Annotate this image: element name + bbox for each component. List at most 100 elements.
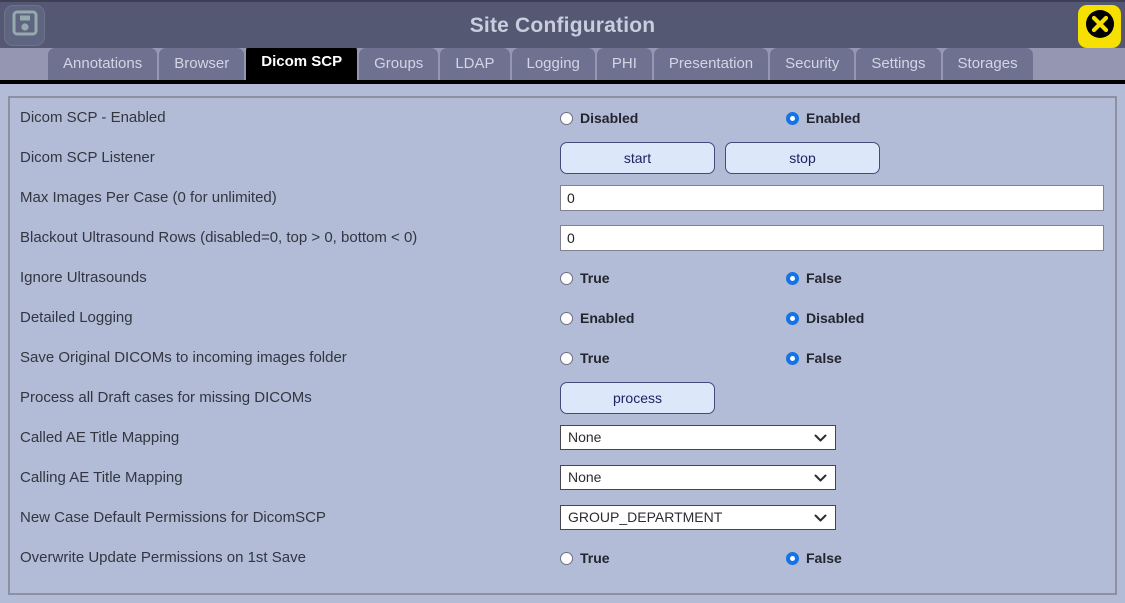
tab-settings[interactable]: Settings	[856, 48, 941, 80]
radio-label: True	[580, 350, 610, 366]
radio-dot-icon-selected[interactable]	[786, 551, 799, 565]
radio-dot-icon[interactable]	[560, 111, 573, 125]
row-calling-ae-title-mapping: Calling AE Title Mapping None	[10, 458, 1115, 498]
row-label: Called AE Title Mapping	[20, 429, 180, 446]
row-control	[560, 178, 1104, 218]
radio-label: False	[806, 550, 842, 566]
tab-security[interactable]: Security	[770, 48, 855, 80]
tab-groups[interactable]: Groups	[359, 48, 439, 80]
row-control: GROUP_DEPARTMENT	[560, 498, 1101, 538]
radio-dot-icon[interactable]	[560, 351, 573, 365]
tab-browser[interactable]: Browser	[159, 48, 245, 80]
radio-group-overwrite-permissions: True False	[560, 538, 1101, 578]
listener-button-row: start stop	[560, 138, 1101, 178]
row-control: start stop	[560, 138, 1101, 178]
radio-option-true[interactable]: True	[560, 270, 786, 286]
row-control: None	[560, 418, 1101, 458]
tab-storages[interactable]: Storages	[942, 48, 1033, 80]
blackout-rows-input[interactable]	[560, 225, 1104, 251]
radio-dot-icon-selected[interactable]	[786, 271, 799, 285]
radio-dot-icon[interactable]	[560, 311, 573, 325]
tab-ldap[interactable]: LDAP	[440, 48, 510, 80]
chevron-down-icon	[814, 470, 827, 488]
row-blackout-ultrasound-rows: Blackout Ultrasound Rows (disabled=0, to…	[10, 218, 1115, 258]
tab-logging[interactable]: Logging	[511, 48, 595, 80]
radio-option-disabled[interactable]: Disabled	[560, 110, 786, 126]
chevron-down-icon	[814, 510, 827, 528]
row-new-case-default-permissions: New Case Default Permissions for DicomSC…	[10, 498, 1115, 538]
radio-label: Enabled	[806, 110, 861, 126]
tab-presentation[interactable]: Presentation	[653, 48, 769, 80]
row-label: Dicom SCP - Enabled	[20, 109, 166, 126]
row-control: process	[560, 378, 1101, 418]
chevron-down-icon	[814, 430, 827, 448]
radio-option-false[interactable]: False	[786, 270, 1012, 286]
row-label: Save Original DICOMs to incoming images …	[20, 349, 347, 366]
row-label: Max Images Per Case (0 for unlimited)	[20, 189, 277, 206]
stop-button[interactable]: stop	[725, 142, 880, 174]
close-x-icon	[1083, 7, 1117, 46]
max-images-input[interactable]	[560, 185, 1104, 211]
radio-option-false[interactable]: False	[786, 350, 1012, 366]
row-overwrite-update-permissions: Overwrite Update Permissions on 1st Save…	[10, 538, 1115, 578]
row-label: New Case Default Permissions for DicomSC…	[20, 509, 326, 526]
row-dicom-scp-listener: Dicom SCP Listener start stop	[10, 138, 1115, 178]
radio-option-true[interactable]: True	[560, 350, 786, 366]
radio-group-ignore-ultrasounds: True False	[560, 258, 1101, 298]
tab-bar: Annotations Browser Dicom SCP Groups LDA…	[0, 44, 1125, 84]
radio-option-disabled[interactable]: Disabled	[786, 310, 1012, 326]
radio-label: False	[806, 270, 842, 286]
radio-group-detailed-logging: Enabled Disabled	[560, 298, 1101, 338]
radio-group-save-original-dicoms: True False	[560, 338, 1101, 378]
row-ignore-ultrasounds: Ignore Ultrasounds True False	[10, 258, 1115, 298]
row-label: Ignore Ultrasounds	[20, 269, 147, 286]
radio-dot-icon[interactable]	[560, 271, 573, 285]
row-process-draft-cases: Process all Draft cases for missing DICO…	[10, 378, 1115, 418]
radio-group-dicom-scp-enabled: Disabled Enabled	[560, 98, 1101, 138]
new-case-permissions-select[interactable]: GROUP_DEPARTMENT	[560, 505, 836, 530]
row-label: Process all Draft cases for missing DICO…	[20, 389, 312, 406]
row-label: Blackout Ultrasound Rows (disabled=0, to…	[20, 229, 418, 246]
radio-option-false[interactable]: False	[786, 550, 1012, 566]
radio-option-enabled[interactable]: Enabled	[560, 310, 786, 326]
window-titlebar: Site Configuration	[0, 0, 1125, 48]
process-button[interactable]: process	[560, 382, 715, 414]
tab-annotations[interactable]: Annotations	[48, 48, 158, 80]
radio-label: Enabled	[580, 310, 635, 326]
calling-ae-title-select[interactable]: None	[560, 465, 836, 490]
radio-option-true[interactable]: True	[560, 550, 786, 566]
row-label: Overwrite Update Permissions on 1st Save	[20, 549, 306, 566]
row-label: Dicom SCP Listener	[20, 149, 155, 166]
row-max-images-per-case: Max Images Per Case (0 for unlimited)	[10, 178, 1115, 218]
radio-label: True	[580, 270, 610, 286]
row-control: True False	[560, 338, 1101, 378]
close-button[interactable]	[1078, 5, 1121, 48]
radio-dot-icon-selected[interactable]	[786, 351, 799, 365]
radio-dot-icon[interactable]	[560, 551, 573, 565]
radio-option-enabled[interactable]: Enabled	[786, 110, 1012, 126]
row-control: True False	[560, 258, 1101, 298]
select-value: None	[568, 469, 602, 485]
row-control: Disabled Enabled	[560, 98, 1101, 138]
select-value: GROUP_DEPARTMENT	[568, 509, 723, 525]
start-button[interactable]: start	[560, 142, 715, 174]
window-title: Site Configuration	[469, 14, 656, 37]
row-label: Calling AE Title Mapping	[20, 469, 183, 486]
radio-label: Disabled	[580, 110, 639, 126]
row-control: None	[560, 458, 1101, 498]
row-called-ae-title-mapping: Called AE Title Mapping None	[10, 418, 1115, 458]
radio-label: Disabled	[806, 310, 865, 326]
row-dicom-scp-enabled: Dicom SCP - Enabled Disabled Enabled	[10, 98, 1115, 138]
process-button-row: process	[560, 378, 1101, 418]
row-detailed-logging: Detailed Logging Enabled Disabled	[10, 298, 1115, 338]
select-value: None	[568, 429, 602, 445]
row-control: True False	[560, 538, 1101, 578]
tab-phi[interactable]: PHI	[596, 48, 652, 80]
called-ae-title-select[interactable]: None	[560, 425, 836, 450]
radio-label: True	[580, 550, 610, 566]
radio-label: False	[806, 350, 842, 366]
radio-dot-icon-selected[interactable]	[786, 311, 799, 325]
row-save-original-dicoms: Save Original DICOMs to incoming images …	[10, 338, 1115, 378]
radio-dot-icon-selected[interactable]	[786, 111, 799, 125]
row-control	[560, 218, 1104, 258]
